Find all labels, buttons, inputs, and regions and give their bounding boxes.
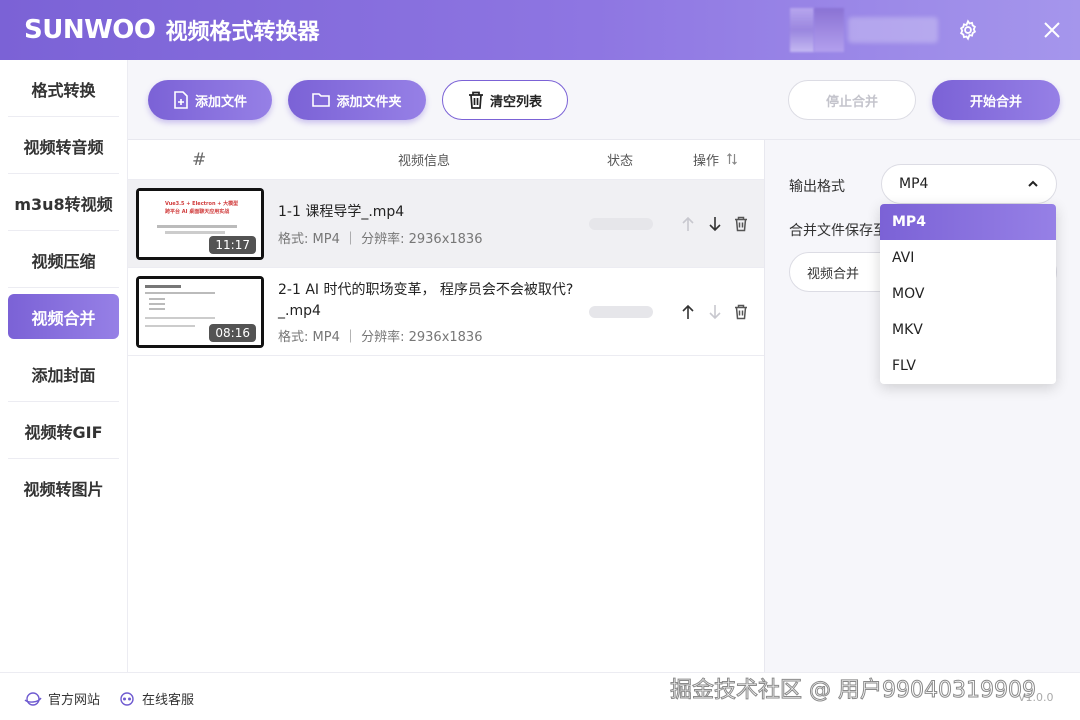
sort-icon[interactable] — [726, 153, 738, 165]
stop-merge-button[interactable]: 停止合并 — [788, 80, 916, 120]
column-info: 视频信息 — [398, 154, 451, 169]
file-meta: 格式: MP4 ｜ 分辨率: 2936x1836 — [278, 232, 483, 247]
save-location-label: 合并文件保存至 — [789, 223, 887, 239]
user-name-blurred — [848, 17, 938, 43]
save-path-value: 视频合并 — [807, 266, 860, 282]
file-add-icon — [174, 91, 188, 109]
globe-icon — [24, 691, 42, 706]
watermark: 掘金技术社区 @ 用户99040319909 — [670, 678, 1037, 704]
sidebar-item-add-cover[interactable]: 添加封面 — [0, 345, 127, 402]
start-merge-button[interactable]: 开始合并 — [932, 80, 1060, 120]
move-up-icon[interactable] — [678, 302, 698, 322]
clear-list-label: 清空列表 — [489, 94, 542, 110]
file-name-line-1: 2-1 AI 时代的职场变革， 程序员会不会被取代? — [278, 282, 574, 298]
add-folder-label: 添加文件夹 — [336, 94, 402, 110]
sidebar: 格式转换 视频转音频 m3u8转视频 视频压缩 视频合并 添加封面 视频转GIF… — [0, 60, 128, 672]
sidebar-item-video-to-image[interactable]: 视频转图片 — [0, 459, 127, 516]
column-ops[interactable]: 操作 — [693, 150, 738, 169]
add-file-label: 添加文件 — [194, 94, 247, 110]
video-thumbnail: 08:16 — [136, 276, 264, 348]
output-format-label: 输出格式 — [789, 179, 845, 195]
clear-list-button[interactable]: 清空列表 — [442, 80, 568, 120]
user-account[interactable] — [790, 8, 950, 52]
file-name-line-2: _.mp4 — [278, 303, 321, 319]
sidebar-item-video-merge[interactable]: 视频合并 — [8, 294, 119, 339]
move-down-icon[interactable] — [705, 214, 725, 234]
format-option-mkv[interactable]: MKV — [880, 312, 1056, 348]
format-option-flv[interactable]: FLV — [880, 348, 1056, 384]
add-folder-button[interactable]: 添加文件夹 — [288, 80, 426, 120]
column-ops-label: 操作 — [693, 154, 720, 169]
sidebar-item-format-convert[interactable]: 格式转换 — [0, 60, 127, 117]
table-row[interactable]: Vue3.5 + Electron + 大模型 跨平台 AI 桌面聊天应用实战 … — [128, 180, 764, 268]
online-support-label: 在线客服 — [142, 693, 195, 708]
sidebar-item-video-compress[interactable]: 视频压缩 — [0, 231, 127, 288]
add-file-button[interactable]: 添加文件 — [148, 80, 272, 120]
thumbnail-title-1: Vue3.5 + Electron + 大模型 — [165, 201, 239, 207]
thumbnail-title-2: 跨平台 AI 桌面聊天应用实战 — [165, 209, 230, 215]
title-bar: SUNWOO 视频格式转换器 — [0, 0, 1080, 60]
file-name: 2-1 AI 时代的职场变革， 程序员会不会被取代? _.mp4 — [278, 280, 573, 322]
format-option-avi[interactable]: AVI — [880, 240, 1056, 276]
avatar — [790, 8, 814, 52]
sidebar-item-m3u8-to-video[interactable]: m3u8转视频 — [0, 174, 127, 231]
app-title: 视频格式转换器 — [165, 20, 320, 45]
trash-icon — [468, 91, 483, 109]
format-option-mov[interactable]: MOV — [880, 276, 1056, 312]
format-dropdown: MP4 AVI MOV MKV FLV — [880, 204, 1056, 384]
sidebar-item-video-to-gif[interactable]: 视频转GIF — [0, 402, 127, 459]
file-meta: 格式: MP4 ｜ 分辨率: 2936x1836 — [278, 330, 483, 345]
sidebar-item-video-to-audio[interactable]: 视频转音频 — [0, 117, 127, 174]
move-up-icon[interactable] — [678, 214, 698, 234]
support-icon — [120, 691, 134, 706]
table-row[interactable]: 08:16 2-1 AI 时代的职场变革， 程序员会不会被取代? _.mp4 格… — [128, 268, 764, 356]
format-option-mp4[interactable]: MP4 — [880, 204, 1056, 240]
output-format-value: MP4 — [899, 176, 929, 192]
output-format-select[interactable]: MP4 — [881, 164, 1057, 204]
status-indicator — [589, 218, 653, 230]
column-status: 状态 — [607, 154, 634, 169]
delete-icon[interactable] — [731, 214, 751, 234]
brand-logo: SUNWOO — [24, 15, 156, 45]
folder-icon — [312, 93, 331, 107]
avatar-secondary — [814, 8, 844, 52]
video-thumbnail: Vue3.5 + Electron + 大模型 跨平台 AI 桌面聊天应用实战 … — [136, 188, 264, 260]
file-name: 1-1 课程导学_.mp4 — [278, 204, 405, 220]
online-support-link[interactable]: 在线客服 — [118, 689, 194, 708]
status-indicator — [589, 306, 653, 318]
delete-icon[interactable] — [731, 302, 751, 322]
video-duration: 11:17 — [209, 236, 256, 254]
gear-icon[interactable] — [954, 16, 982, 44]
column-index: # — [192, 149, 207, 170]
chevron-up-icon — [1028, 180, 1038, 187]
official-website-link[interactable]: 官方网站 — [24, 689, 100, 708]
video-list: # 视频信息 状态 操作 Vue3.5 + Electron + 大模型 跨平台… — [128, 140, 764, 672]
official-website-label: 官方网站 — [48, 693, 101, 708]
video-duration: 08:16 — [209, 324, 256, 342]
move-down-icon[interactable] — [705, 302, 725, 322]
list-header: # 视频信息 状态 操作 — [128, 140, 764, 180]
toolbar: 添加文件 添加文件夹 清空列表 停止合并 开始合并 — [128, 60, 1080, 140]
close-icon[interactable] — [1038, 16, 1066, 44]
